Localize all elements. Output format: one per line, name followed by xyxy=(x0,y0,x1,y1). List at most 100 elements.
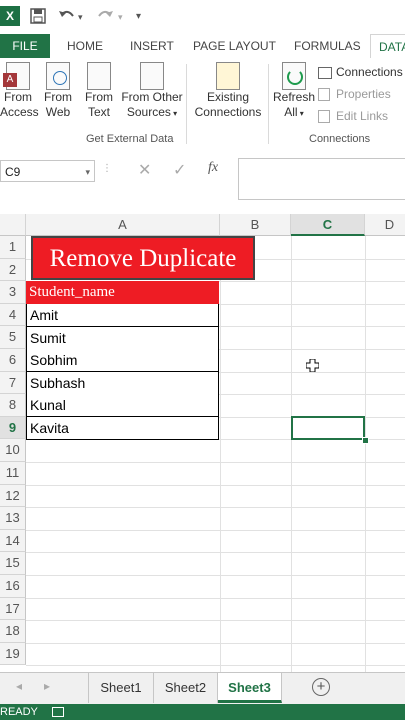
row-header-14[interactable]: 14 xyxy=(0,529,26,553)
gridline-column xyxy=(291,236,292,672)
spreadsheet-grid[interactable]: A B C D 1 2 3 4 5 6 7 8 9 10 11 12 13 14 15 16 17 18 19 Re… xyxy=(0,214,405,672)
edit-links-label: Edit Links xyxy=(336,109,389,123)
undo-dropdown-icon[interactable]: ▾ xyxy=(78,8,83,26)
scroll-right-icon[interactable]: ▸ xyxy=(44,679,50,693)
sheet-tab-sheet3[interactable]: Sheet3 xyxy=(218,673,282,703)
add-sheet-icon[interactable]: + xyxy=(312,678,330,696)
sheet-tab-sheet2[interactable]: Sheet2 xyxy=(154,673,218,703)
from-web-button[interactable]: From Web xyxy=(40,62,76,120)
row-header-7[interactable]: 7 xyxy=(0,371,26,395)
undo-icon[interactable] xyxy=(58,8,76,26)
tab-insert[interactable]: INSERT xyxy=(130,34,174,58)
redo-dropdown-icon[interactable]: ▾ xyxy=(118,8,123,26)
from-other-sources-button[interactable]: From Other Sources ▾ xyxy=(120,62,184,121)
student-name-cell[interactable]: Kavita xyxy=(26,417,219,440)
selected-cell-c9[interactable] xyxy=(291,416,365,440)
refresh-all-button[interactable]: Refresh All ▾ xyxy=(272,62,316,121)
connections-label: Connections xyxy=(336,65,403,79)
tab-data[interactable]: DATA xyxy=(370,34,405,59)
connections-button[interactable]: Connections xyxy=(318,62,403,82)
row-header-11[interactable]: 11 xyxy=(0,462,26,485)
row-header-17[interactable]: 17 xyxy=(0,597,26,621)
existing-label-1: Existing xyxy=(206,90,250,104)
from-text-button[interactable]: From Text xyxy=(81,62,117,120)
row-header-19[interactable]: 19 xyxy=(0,642,26,666)
row-header-3[interactable]: 3 xyxy=(0,281,26,304)
row-header-4[interactable]: 4 xyxy=(0,303,26,327)
column-header-a[interactable]: A xyxy=(26,214,220,236)
student-name-cell[interactable]: Kunal xyxy=(26,394,219,418)
refresh-icon xyxy=(282,62,306,90)
student-name-cell[interactable]: Sobhim xyxy=(26,349,219,373)
formula-bar-grip-icon: ⋮ xyxy=(102,163,112,174)
from-access-button[interactable]: A From Access xyxy=(0,62,39,120)
select-all-corner[interactable] xyxy=(0,214,26,236)
sheet-tab-sheet1[interactable]: Sheet1 xyxy=(88,673,154,703)
row-header-15[interactable]: 15 xyxy=(0,552,26,575)
column-header-c[interactable]: C xyxy=(291,214,365,236)
from-access-label-2: Access xyxy=(0,105,39,119)
row-header-5[interactable]: 5 xyxy=(0,326,26,349)
from-other-label-1: From Other xyxy=(121,90,183,104)
row-header-13[interactable]: 13 xyxy=(0,507,26,530)
from-web-label-2: Web xyxy=(45,105,71,119)
from-text-label-2: Text xyxy=(87,105,110,119)
row-header-9[interactable]: 9 xyxy=(0,416,26,440)
name-box-value: C9 xyxy=(5,165,21,179)
properties-button[interactable]: Properties xyxy=(318,84,391,104)
ribbon-separator xyxy=(268,64,269,144)
row-header-8[interactable]: 8 xyxy=(0,394,26,417)
edit-links-icon xyxy=(318,110,330,124)
row-header-10[interactable]: 10 xyxy=(0,439,26,462)
properties-icon xyxy=(318,88,330,102)
row-header-18[interactable]: 18 xyxy=(0,620,26,643)
existing-connections-icon xyxy=(216,62,240,90)
macro-record-icon[interactable] xyxy=(52,707,64,717)
customize-toolbar-icon[interactable]: ▾ xyxy=(136,8,141,26)
tab-home[interactable]: HOME xyxy=(67,34,103,58)
chevron-down-icon[interactable]: ▾ xyxy=(85,161,90,183)
access-icon: A xyxy=(3,62,30,90)
column-header-d[interactable]: D xyxy=(365,214,405,236)
row-header-12[interactable]: 12 xyxy=(0,484,26,508)
connections-icon xyxy=(318,66,332,79)
gridline-row xyxy=(26,552,405,554)
properties-label: Properties xyxy=(336,87,391,101)
column-header-b[interactable]: B xyxy=(220,214,291,236)
name-box[interactable]: C9 ▾ xyxy=(0,160,95,182)
student-name-cell[interactable]: Amit xyxy=(26,304,219,327)
from-other-label-2: Sources xyxy=(126,105,171,119)
formula-input[interactable] xyxy=(238,158,405,200)
row-header-16[interactable]: 16 xyxy=(0,575,26,598)
tab-formulas[interactable]: FORMULAS xyxy=(294,34,361,58)
cancel-icon[interactable]: ✕ xyxy=(138,160,151,180)
title-banner[interactable]: Remove Duplicate xyxy=(31,236,255,280)
ribbon-data: A From Access From Web From Text From Ot… xyxy=(0,58,405,151)
redo-icon[interactable] xyxy=(96,8,114,26)
tab-page-layout[interactable]: PAGE LAYOUT xyxy=(193,34,276,58)
ribbon-tabs: FILE HOME INSERT PAGE LAYOUT FORMULAS DA… xyxy=(0,34,405,59)
save-icon[interactable] xyxy=(30,8,46,26)
dropdown-icon: ▾ xyxy=(170,109,178,118)
scroll-left-icon[interactable]: ◂ xyxy=(16,679,22,693)
header-cell-student-name[interactable]: Student_name xyxy=(26,281,219,304)
sheet-tab-bar: ◂ ▸ Sheet1 Sheet2 Sheet3 + xyxy=(0,672,405,705)
edit-links-button[interactable]: Edit Links xyxy=(318,106,388,126)
fill-handle[interactable] xyxy=(362,437,369,444)
row-header-2[interactable]: 2 xyxy=(0,258,26,282)
row-header-6[interactable]: 6 xyxy=(0,349,26,372)
ribbon-separator xyxy=(186,64,187,144)
row-header-1[interactable]: 1 xyxy=(0,236,26,259)
existing-connections-button[interactable]: Existing Connections xyxy=(192,62,264,120)
tab-file[interactable]: FILE xyxy=(0,34,50,58)
student-name-cell[interactable]: Subhash xyxy=(26,371,219,395)
cell-cursor-icon xyxy=(305,358,320,373)
dropdown-icon: ▾ xyxy=(297,109,304,118)
student-name-cell[interactable]: Sumit xyxy=(26,326,219,350)
gridline-row xyxy=(26,507,405,509)
status-text: READY xyxy=(0,706,38,718)
from-access-label-1: From xyxy=(4,90,32,104)
gridline-row xyxy=(26,529,405,531)
insert-function-icon[interactable]: fx xyxy=(208,160,218,176)
enter-check-icon[interactable]: ✓ xyxy=(173,160,186,180)
